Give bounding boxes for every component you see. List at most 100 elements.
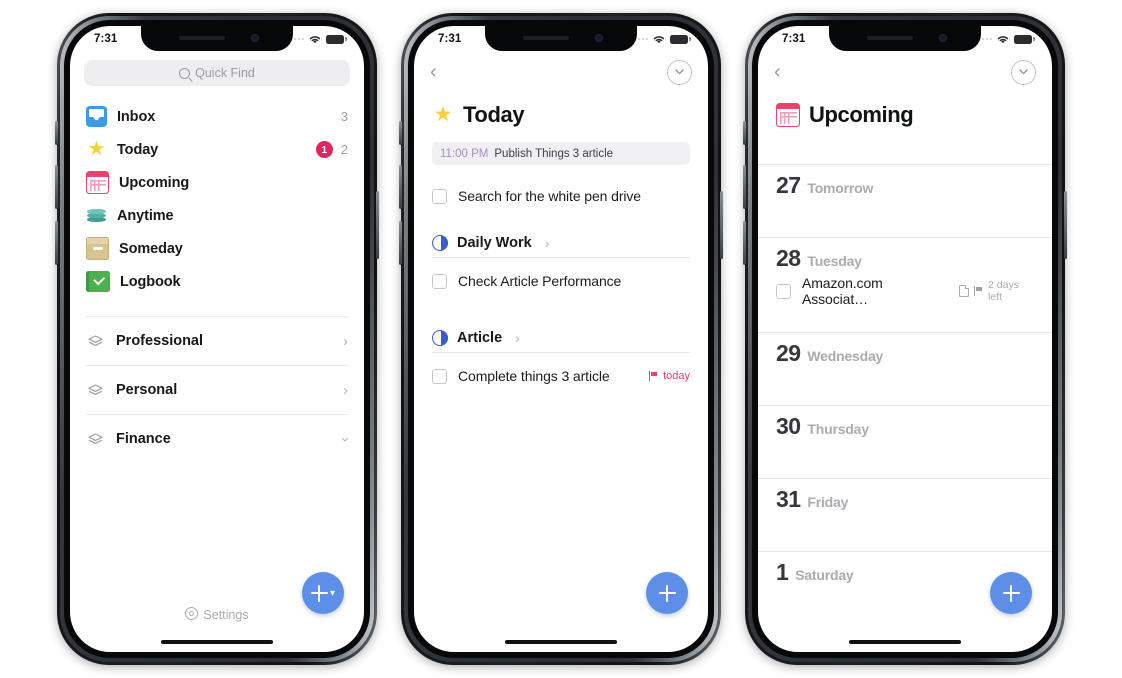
silent-switch[interactable] <box>743 121 746 145</box>
chevron-down-icon: ▾ <box>329 587 336 599</box>
document-icon <box>959 285 970 297</box>
top-bar: ‹ <box>758 52 1052 92</box>
sidebar-item-inbox[interactable]: Inbox 3 <box>86 100 348 133</box>
device-notch <box>485 26 637 51</box>
power-button[interactable] <box>376 191 379 259</box>
app-content-2: ‹ ★ Today 11:00 PM Publish Things 3 arti… <box>414 52 708 652</box>
day-header: 29 Wednesday <box>758 332 1052 371</box>
silent-switch[interactable] <box>399 121 402 145</box>
power-button[interactable] <box>1064 191 1067 259</box>
star-icon: ★ <box>87 138 106 160</box>
todo-item[interactable]: Complete things 3 article today <box>414 361 708 391</box>
search-input[interactable]: Quick Find <box>84 60 350 86</box>
status-time: 7:31 <box>438 33 462 45</box>
search-icon <box>179 67 191 79</box>
calendar-event-banner[interactable]: 11:00 PM Publish Things 3 article <box>432 142 690 165</box>
app-content-1: Quick Find Inbox 3 ★ Today 1 2 Upcoming … <box>70 52 364 652</box>
device-notch <box>829 26 981 51</box>
search-placeholder: Quick Find <box>195 66 255 80</box>
status-indicators <box>633 34 691 45</box>
todo-item[interactable]: Amazon.com Associat… 2 days left <box>758 275 1052 307</box>
checkbox-icon[interactable] <box>776 283 791 299</box>
gear-icon <box>185 607 199 620</box>
volume-down-button[interactable] <box>743 221 746 265</box>
add-item-button[interactable]: ▾ <box>302 572 344 614</box>
battery-icon <box>670 34 691 44</box>
home-indicator[interactable] <box>849 640 961 644</box>
todo-item[interactable]: Search for the white pen drive <box>414 181 708 211</box>
back-button[interactable]: ‹ <box>774 62 781 82</box>
area-label: Personal <box>116 382 178 398</box>
sidebar-item-upcoming[interactable]: Upcoming <box>86 166 348 199</box>
calendar-icon <box>86 171 109 194</box>
volume-up-button[interactable] <box>399 165 402 209</box>
day-group: 31 Friday <box>758 478 1052 551</box>
day-group: 27 Tomorrow <box>758 164 1052 237</box>
sidebar-item-someday[interactable]: Someday <box>86 232 348 265</box>
chevron-right-icon[interactable]: › <box>343 334 348 349</box>
day-group: 30 Thursday <box>758 405 1052 478</box>
sidebar-item-professional[interactable]: Professional › <box>86 317 348 365</box>
sidebar-item-logbook[interactable]: Logbook <box>86 265 348 298</box>
flag-icon <box>649 371 658 381</box>
chevron-right-icon[interactable]: › <box>545 235 550 251</box>
power-button[interactable] <box>720 191 723 259</box>
collapse-all-button[interactable] <box>1011 59 1036 85</box>
todo-title: Amazon.com Associat… <box>802 275 883 307</box>
day-header: 28 Tuesday <box>758 237 1052 276</box>
sidebar-item-count: 3 <box>340 109 348 124</box>
add-item-button[interactable] <box>990 572 1032 614</box>
logbook-icon <box>86 271 110 292</box>
day-number: 28 <box>776 245 801 271</box>
project-name: Article <box>457 330 503 346</box>
area-label: Finance <box>116 431 171 447</box>
plus-icon <box>658 584 676 602</box>
home-indicator[interactable] <box>161 640 273 644</box>
top-bar: ‹ <box>414 52 708 92</box>
sidebar-item-anytime[interactable]: Anytime <box>86 199 348 232</box>
settings-label: Settings <box>203 608 249 622</box>
silent-switch[interactable] <box>55 121 58 145</box>
chevron-right-icon[interactable]: › <box>343 383 348 398</box>
day-body <box>758 517 1052 551</box>
page-title-text: Upcoming <box>809 102 914 127</box>
sidebar-item-label: Upcoming <box>119 174 190 191</box>
project-header[interactable]: Article › <box>414 324 708 352</box>
sidebar-item-finance[interactable]: Finance › <box>86 415 354 463</box>
area-label: Professional <box>116 333 204 349</box>
todo-item[interactable]: Check Article Performance <box>414 266 708 296</box>
inbox-icon <box>86 106 107 127</box>
front-camera <box>595 34 603 42</box>
checkbox-icon[interactable] <box>432 188 447 204</box>
earpiece-speaker <box>867 36 913 40</box>
todo-title: Search for the white pen drive <box>458 188 641 204</box>
day-body <box>758 371 1052 405</box>
home-indicator[interactable] <box>505 640 617 644</box>
volume-down-button[interactable] <box>55 221 58 265</box>
collapse-all-button[interactable] <box>667 59 692 85</box>
earpiece-speaker <box>523 36 569 40</box>
volume-down-button[interactable] <box>399 221 402 265</box>
checkbox-icon[interactable] <box>432 368 447 384</box>
front-camera <box>939 34 947 42</box>
sidebar-item-today[interactable]: ★ Today 1 2 <box>86 133 348 166</box>
phone-device-3: 7:31 ‹ Upcoming 27 Tomorrow 28 Tuesday A… <box>743 13 1067 665</box>
status-indicators <box>289 34 347 45</box>
checkbox-icon[interactable] <box>432 273 447 289</box>
day-number: 27 <box>776 172 801 198</box>
chevron-down-icon[interactable]: › <box>337 437 354 442</box>
volume-up-button[interactable] <box>55 165 58 209</box>
day-group: 28 Tuesday Amazon.com Associat… 2 days l… <box>758 237 1052 332</box>
wifi-icon <box>997 35 1009 43</box>
sidebar-nav-list: Inbox 3 ★ Today 1 2 Upcoming Anytime Som… <box>70 100 364 298</box>
project-header[interactable]: Daily Work › <box>414 229 708 257</box>
day-name: Tomorrow <box>807 180 874 196</box>
sidebar-item-personal[interactable]: Personal › <box>86 366 348 414</box>
volume-up-button[interactable] <box>743 165 746 209</box>
chevron-right-icon[interactable]: › <box>515 330 520 346</box>
add-item-button[interactable] <box>646 572 688 614</box>
wifi-icon <box>309 35 321 43</box>
back-button[interactable]: ‹ <box>430 62 437 82</box>
todo-title: Check Article Performance <box>458 273 622 289</box>
status-badge: 1 <box>315 141 333 158</box>
